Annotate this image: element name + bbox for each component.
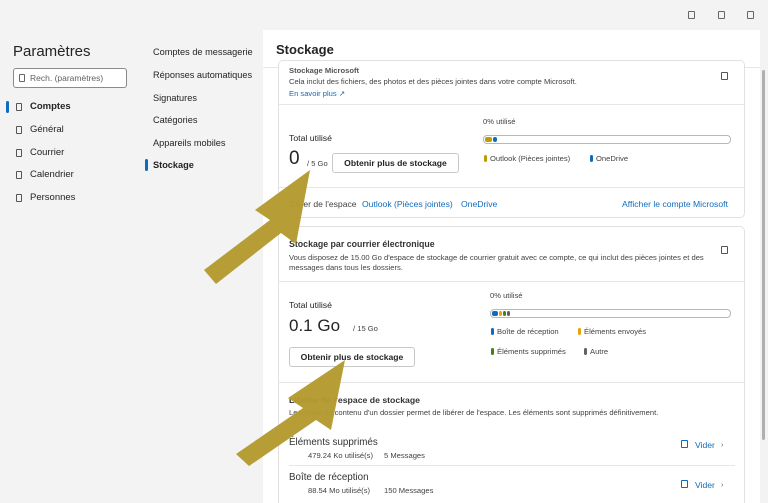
arrow-lower-icon (236, 360, 345, 466)
annotation-arrows (204, 170, 345, 466)
arrow-upper-icon (204, 170, 310, 284)
